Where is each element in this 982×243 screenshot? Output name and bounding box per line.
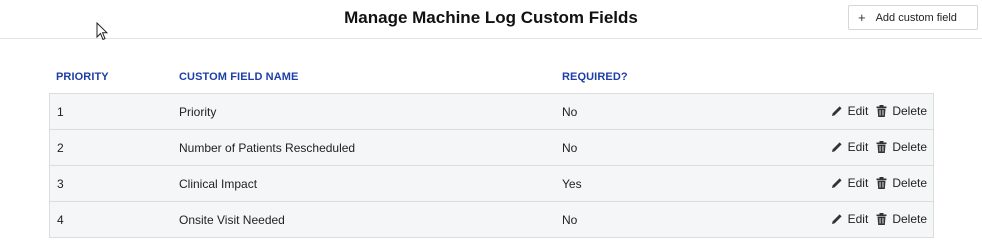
add-custom-field-button[interactable]: + Add custom field — [848, 5, 978, 30]
trash-icon — [876, 141, 887, 153]
plus-icon: + — [858, 10, 866, 25]
row-actions: Edit Delete — [831, 104, 927, 118]
edit-label: Edit — [847, 104, 869, 118]
required-cell: No — [562, 141, 578, 155]
edit-button[interactable]: Edit — [831, 140, 869, 154]
table-row: 2 Number of Patients Rescheduled No Edit… — [50, 130, 933, 166]
field-name-cell: Number of Patients Rescheduled — [179, 141, 356, 155]
trash-icon — [876, 105, 887, 117]
priority-cell: 4 — [57, 213, 64, 227]
pencil-icon — [831, 178, 842, 188]
delete-label: Delete — [892, 104, 927, 118]
page-header: Manage Machine Log Custom Fields + Add c… — [0, 0, 982, 39]
priority-cell: 1 — [57, 105, 64, 119]
delete-label: Delete — [892, 140, 927, 154]
delete-button[interactable]: Delete — [876, 140, 927, 154]
required-cell: No — [562, 213, 578, 227]
row-actions: Edit Delete — [831, 140, 927, 154]
required-cell: Yes — [562, 177, 582, 191]
add-custom-field-label: Add custom field — [875, 11, 957, 24]
mouse-cursor-icon — [96, 22, 108, 41]
delete-button[interactable]: Delete — [876, 176, 927, 190]
column-header-custom-field-name[interactable]: CUSTOM FIELD NAME — [179, 71, 298, 83]
field-name-cell: Priority — [179, 105, 217, 119]
delete-label: Delete — [892, 212, 927, 226]
column-header-priority[interactable]: PRIORITY — [56, 71, 109, 83]
trash-icon — [876, 177, 887, 189]
trash-icon — [876, 213, 887, 225]
delete-button[interactable]: Delete — [876, 104, 927, 118]
edit-button[interactable]: Edit — [831, 104, 869, 118]
delete-label: Delete — [892, 176, 927, 190]
row-actions: Edit Delete — [831, 176, 927, 190]
column-header-required[interactable]: REQUIRED? — [562, 71, 628, 83]
field-name-cell: Clinical Impact — [179, 177, 258, 191]
pencil-icon — [831, 214, 842, 224]
table-row: 3 Clinical Impact Yes Edit Delete — [50, 166, 933, 202]
pencil-icon — [831, 106, 842, 116]
required-cell: No — [562, 105, 578, 119]
edit-label: Edit — [847, 140, 869, 154]
priority-cell: 2 — [57, 141, 64, 155]
page-title: Manage Machine Log Custom Fields — [344, 8, 638, 27]
delete-button[interactable]: Delete — [876, 212, 927, 226]
table-row: 1 Priority No Edit Delete — [50, 94, 933, 130]
edit-label: Edit — [847, 212, 869, 226]
edit-button[interactable]: Edit — [831, 212, 869, 226]
pencil-icon — [831, 142, 842, 152]
table-row: 4 Onsite Visit Needed No Edit Delete — [50, 202, 933, 237]
row-actions: Edit Delete — [831, 212, 927, 226]
edit-label: Edit — [847, 176, 869, 190]
field-name-cell: Onsite Visit Needed — [179, 213, 285, 227]
priority-cell: 3 — [57, 177, 64, 191]
custom-fields-table: 1 Priority No Edit Delete 2 Number of Pa… — [49, 93, 934, 238]
edit-button[interactable]: Edit — [831, 176, 869, 190]
